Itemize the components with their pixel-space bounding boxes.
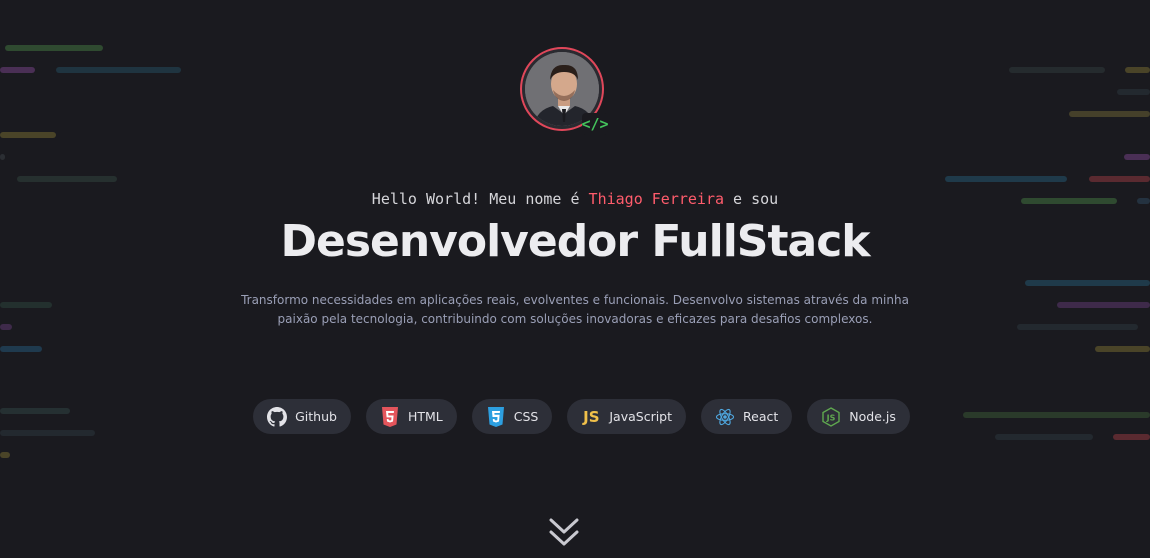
hero-description: Transformo necessidades em aplicações re… <box>230 291 920 329</box>
tech-list: Github HTML CSS JS JavaScript React JS N… <box>0 399 1150 434</box>
html5-icon <box>380 406 400 427</box>
svg-text:JS: JS <box>826 413 836 422</box>
greeting-suffix: e sou <box>724 190 779 208</box>
github-icon <box>267 406 288 427</box>
tech-chip-github[interactable]: Github <box>253 399 351 434</box>
tech-label: CSS <box>513 409 539 424</box>
tech-label: Github <box>295 409 337 424</box>
tech-label: HTML <box>407 409 443 424</box>
tech-chip-react[interactable]: React <box>701 399 793 434</box>
scroll-down-chevron-icon[interactable] <box>548 516 580 550</box>
tech-chip-css[interactable]: CSS <box>471 399 553 434</box>
description-line-1: Transformo necessidades em aplicações re… <box>241 293 909 307</box>
tech-chip-nodejs[interactable]: JS Node.js <box>807 399 910 434</box>
css3-icon <box>486 406 506 427</box>
tech-label: JavaScript <box>609 409 673 424</box>
greeting-prefix: Hello World! Meu nome é <box>371 190 589 208</box>
page-title: Desenvolvedor FullStack <box>280 216 870 267</box>
tech-chip-javascript[interactable]: JS JavaScript <box>567 399 687 434</box>
nodejs-icon: JS <box>821 406 841 427</box>
code-brackets-icon: </> <box>581 113 609 135</box>
tech-label: Node.js <box>849 409 896 424</box>
profile-avatar: </> <box>520 47 609 135</box>
description-line-2: paixão pela tecnologia, contribuindo com… <box>277 312 873 326</box>
developer-name: Thiago Ferreira <box>588 190 725 208</box>
react-icon <box>715 407 735 427</box>
javascript-icon: JS <box>583 407 600 426</box>
greeting-line: Hello World! Meu nome é Thiago Ferreira … <box>0 190 1150 208</box>
tech-chip-html[interactable]: HTML <box>365 399 457 434</box>
tech-label: React <box>743 409 779 424</box>
